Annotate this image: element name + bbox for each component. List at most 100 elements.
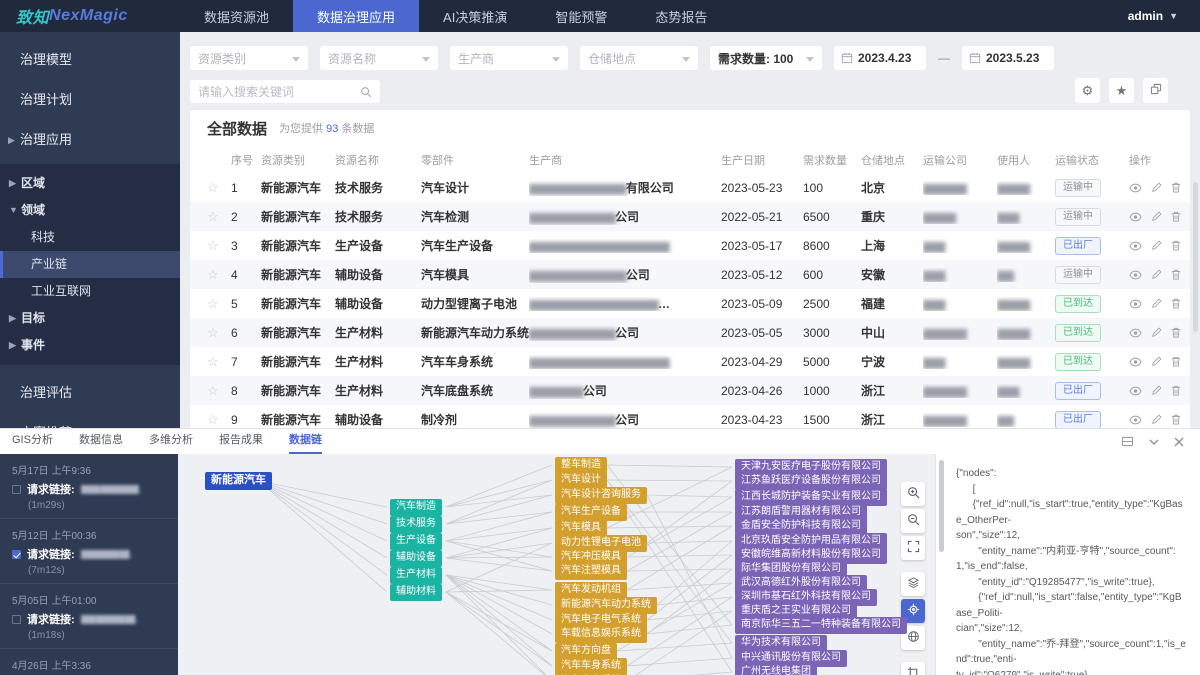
table-scrollbar[interactable]	[1193, 182, 1198, 332]
request-checkbox[interactable]	[12, 550, 21, 559]
row-star-icon[interactable]: ☆	[207, 209, 231, 225]
delete-icon[interactable]	[1171, 327, 1181, 338]
table-row[interactable]: ☆7新能源汽车生产材料汽车车身系统███████████████████████…	[190, 347, 1190, 376]
favorite-button[interactable]: ★	[1109, 78, 1134, 103]
tab-4[interactable]: 数据链	[289, 429, 322, 454]
edit-icon[interactable]	[1151, 414, 1162, 425]
graph-category-node[interactable]: 汽车制造	[390, 499, 442, 516]
delete-icon[interactable]	[1171, 269, 1181, 280]
graph-component-node[interactable]: 车载信息娱乐系统	[555, 626, 647, 643]
edit-icon[interactable]	[1151, 182, 1162, 193]
settings-button[interactable]: ⚙	[1075, 78, 1100, 103]
tree-item-2[interactable]: 科技	[0, 224, 180, 251]
quantity-select[interactable]: 需求数量: 100	[710, 46, 822, 70]
graph-company-node[interactable]: 广州无线电集团	[735, 664, 817, 675]
filter-select-2[interactable]: 生产商	[450, 46, 568, 70]
edit-icon[interactable]	[1151, 356, 1162, 367]
table-row[interactable]: ☆8新能源汽车生产材料汽车底盘系统██████████公司2023-04-261…	[190, 376, 1190, 405]
request-item[interactable]: 5月05日 上午01:00请求链接:███ ██████ ██‥(1m18s)	[0, 584, 178, 649]
row-star-icon[interactable]: ☆	[207, 180, 231, 196]
sidebar-item-0[interactable]: 治理模型	[0, 40, 180, 80]
tree-item-5[interactable]: ▶目标	[0, 305, 180, 332]
filter-select-3[interactable]: 仓储地点	[580, 46, 698, 70]
request-checkbox[interactable]	[12, 615, 21, 624]
view-icon[interactable]	[1129, 357, 1142, 367]
tree-item-3[interactable]: 产业链	[0, 251, 180, 278]
edit-icon[interactable]	[1151, 240, 1162, 251]
filter-select-1[interactable]: 资源名称	[320, 46, 438, 70]
nav-item-0[interactable]: 数据资源池	[180, 0, 293, 32]
request-checkbox[interactable]	[12, 485, 21, 494]
row-star-icon[interactable]: ☆	[207, 267, 231, 283]
view-icon[interactable]	[1129, 415, 1142, 425]
tab-0[interactable]: GIS分析	[12, 429, 53, 454]
edit-icon[interactable]	[1151, 298, 1162, 309]
nav-item-1[interactable]: 数据治理应用	[293, 0, 419, 32]
view-icon[interactable]	[1129, 212, 1142, 222]
table-row[interactable]: ☆5新能源汽车辅助设备动力型锂离子电池█████████████████████…	[190, 289, 1190, 318]
graph-category-node[interactable]: 辅助设备	[390, 550, 442, 567]
table-row[interactable]: ☆4新能源汽车辅助设备汽车模具██████████████████公司2023-…	[190, 260, 1190, 289]
view-icon[interactable]	[1129, 386, 1142, 396]
request-item[interactable]: 5月17日 上午9:36请求链接:████ ████████ ‥(1m29s)	[0, 454, 178, 519]
graph-component-node[interactable]: 汽车设计咨询服务	[555, 487, 647, 504]
table-row[interactable]: ☆1新能源汽车技术服务汽车设计██████████████████有限公司202…	[190, 173, 1190, 202]
row-star-icon[interactable]: ☆	[207, 383, 231, 399]
graph-category-node[interactable]: 技术服务	[390, 516, 442, 533]
table-row[interactable]: ☆9新能源汽车辅助设备制冷剂████████████████公司2023-04-…	[190, 405, 1190, 428]
view-icon[interactable]	[1129, 328, 1142, 338]
user-menu[interactable]: admin ▼	[1128, 0, 1200, 32]
view-icon[interactable]	[1129, 241, 1142, 251]
view-icon[interactable]	[1129, 270, 1142, 280]
graph-root-node[interactable]: 新能源汽车	[205, 472, 272, 490]
delete-icon[interactable]	[1171, 356, 1181, 367]
view-icon[interactable]	[1129, 299, 1142, 309]
filter-select-0[interactable]: 资源类别	[190, 46, 308, 70]
graph-component-node[interactable]: 汽车生产设备	[555, 504, 627, 521]
graph-category-node[interactable]: 生产材料	[390, 567, 442, 584]
tree-item-0[interactable]: ▶区域	[0, 170, 180, 197]
graph-category-node[interactable]: 生产设备	[390, 533, 442, 550]
zoom-in-button[interactable]	[901, 482, 925, 506]
layout-copy-button[interactable]	[1143, 78, 1168, 103]
nav-item-3[interactable]: 智能预警	[531, 0, 631, 32]
delete-icon[interactable]	[1171, 385, 1181, 396]
delete-icon[interactable]	[1171, 240, 1181, 251]
panel-layout-icon[interactable]	[1121, 436, 1134, 447]
edit-icon[interactable]	[1151, 327, 1162, 338]
zoom-out-button[interactable]	[901, 509, 925, 533]
sidebar-bottom-item-0[interactable]: 治理评估	[0, 373, 180, 413]
delete-icon[interactable]	[1171, 414, 1181, 425]
request-item[interactable]: 5月12日 上午00:36请求链接:████████ ██‥(7m12s)	[0, 519, 178, 584]
delete-icon[interactable]	[1171, 182, 1181, 193]
json-scrollbar[interactable]	[939, 460, 944, 552]
tab-3[interactable]: 报告成果	[219, 429, 263, 454]
date-to-input[interactable]: 2023.5.23	[962, 46, 1054, 70]
nav-item-2[interactable]: AI决策推演	[419, 0, 531, 32]
row-star-icon[interactable]: ☆	[207, 412, 231, 428]
edit-icon[interactable]	[1151, 269, 1162, 280]
search-input[interactable]: 请输入搜索关键词	[190, 80, 380, 103]
graph-component-node[interactable]: 汽车注塑模具	[555, 563, 627, 580]
date-from-input[interactable]: 2023.4.23	[834, 46, 926, 70]
row-star-icon[interactable]: ☆	[207, 296, 231, 312]
tree-item-4[interactable]: 工业互联网	[0, 278, 180, 305]
delete-icon[interactable]	[1171, 298, 1181, 309]
layers-button[interactable]	[901, 572, 925, 596]
table-row[interactable]: ☆6新能源汽车生产材料新能源汽车动力系统████████████████公司20…	[190, 318, 1190, 347]
table-row[interactable]: ☆2新能源汽车技术服务汽车检测████████████████公司2022-05…	[190, 202, 1190, 231]
table-row[interactable]: ☆3新能源汽车生产设备汽车生产设备███████████████████████…	[190, 231, 1190, 260]
sidebar-item-2[interactable]: ▶治理应用	[0, 120, 180, 160]
tab-1[interactable]: 数据信息	[79, 429, 123, 454]
tab-2[interactable]: 多维分析	[149, 429, 193, 454]
view-icon[interactable]	[1129, 183, 1142, 193]
tree-item-6[interactable]: ▶事件	[0, 332, 180, 359]
nav-item-4[interactable]: 态势报告	[631, 0, 731, 32]
row-star-icon[interactable]: ☆	[207, 325, 231, 341]
edit-icon[interactable]	[1151, 211, 1162, 222]
sidebar-item-1[interactable]: 治理计划	[0, 80, 180, 120]
graph-company-node[interactable]: 江苏鱼跃医疗设备股份有限公司	[735, 473, 887, 490]
row-star-icon[interactable]: ☆	[207, 354, 231, 370]
panel-close-icon[interactable]	[1174, 437, 1184, 447]
panel-collapse-icon[interactable]	[1149, 439, 1159, 445]
